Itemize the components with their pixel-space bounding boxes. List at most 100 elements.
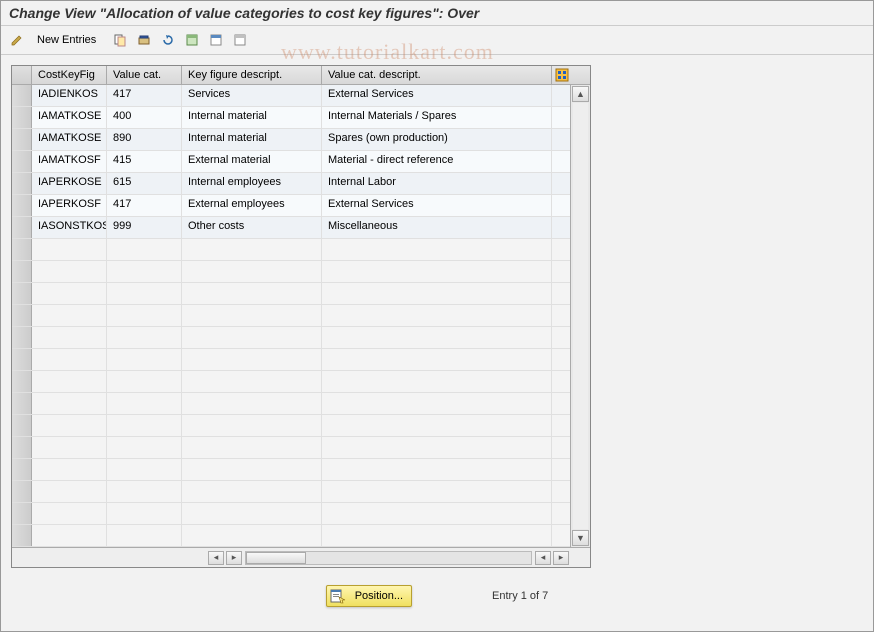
row-handle-header[interactable] — [12, 66, 32, 84]
row-handle[interactable] — [12, 459, 32, 480]
table-row-empty[interactable] — [12, 261, 570, 283]
table-row-empty[interactable] — [12, 459, 570, 481]
cell-empty[interactable] — [107, 525, 182, 546]
row-handle[interactable] — [12, 173, 32, 194]
row-handle[interactable] — [12, 107, 32, 128]
col-header-costkeyfig[interactable]: CostKeyFig — [32, 66, 107, 84]
cell-valuecat[interactable]: 890 — [107, 129, 182, 150]
table-row-empty[interactable] — [12, 239, 570, 261]
horizontal-scrollbar[interactable]: ◂ ▸ ◂ ▸ — [12, 547, 590, 567]
cell-empty[interactable] — [107, 349, 182, 370]
cell-valuecat[interactable]: 400 — [107, 107, 182, 128]
row-handle[interactable] — [12, 503, 32, 524]
table-row-empty[interactable] — [12, 415, 570, 437]
table-settings-icon[interactable] — [552, 66, 572, 84]
cell-empty[interactable] — [32, 239, 107, 260]
table-row[interactable]: IADIENKOS417ServicesExternal Services — [12, 85, 570, 107]
cell-valuecat[interactable]: 999 — [107, 217, 182, 238]
table-row-empty[interactable] — [12, 393, 570, 415]
toggle-edit-icon[interactable] — [7, 30, 27, 50]
row-handle[interactable] — [12, 415, 32, 436]
cell-costkeyfig[interactable]: IASONSTKOS — [32, 217, 107, 238]
copy-as-icon[interactable] — [110, 30, 130, 50]
table-row-empty[interactable] — [12, 437, 570, 459]
col-header-keyfigdesc[interactable]: Key figure descript. — [182, 66, 322, 84]
hscroll-left-icon[interactable]: ▸ — [226, 551, 242, 565]
cell-empty[interactable] — [107, 283, 182, 304]
table-row-empty[interactable] — [12, 503, 570, 525]
row-handle[interactable] — [12, 217, 32, 238]
cell-empty[interactable] — [107, 239, 182, 260]
row-handle[interactable] — [12, 327, 32, 348]
cell-empty[interactable] — [107, 305, 182, 326]
cell-empty[interactable] — [32, 261, 107, 282]
cell-empty[interactable] — [107, 393, 182, 414]
col-header-valuecat[interactable]: Value cat. — [107, 66, 182, 84]
position-button[interactable]: Position... — [326, 585, 412, 607]
new-entries-button[interactable]: New Entries — [31, 34, 102, 46]
row-handle[interactable] — [12, 437, 32, 458]
cell-empty[interactable] — [32, 349, 107, 370]
cell-valuecat[interactable]: 615 — [107, 173, 182, 194]
cell-costkeyfig[interactable]: IAMATKOSE — [32, 129, 107, 150]
cell-empty[interactable] — [107, 415, 182, 436]
cell-costkeyfig[interactable]: IAMATKOSF — [32, 151, 107, 172]
select-all-icon[interactable] — [182, 30, 202, 50]
cell-empty[interactable] — [32, 459, 107, 480]
table-row-empty[interactable] — [12, 525, 570, 547]
cell-valuecat[interactable]: 417 — [107, 85, 182, 106]
row-handle[interactable] — [12, 525, 32, 546]
cell-valuecat[interactable]: 417 — [107, 195, 182, 216]
table-row-empty[interactable] — [12, 349, 570, 371]
table-row[interactable]: IAMATKOSF415External materialMaterial - … — [12, 151, 570, 173]
table-row-empty[interactable] — [12, 305, 570, 327]
cell-empty[interactable] — [32, 393, 107, 414]
cell-costkeyfig[interactable]: IAPERKOSE — [32, 173, 107, 194]
cell-empty[interactable] — [107, 437, 182, 458]
col-header-valuecatdesc[interactable]: Value cat. descript. — [322, 66, 552, 84]
row-handle[interactable] — [12, 85, 32, 106]
cell-empty[interactable] — [107, 503, 182, 524]
cell-empty[interactable] — [32, 305, 107, 326]
row-handle[interactable] — [12, 349, 32, 370]
cell-empty[interactable] — [107, 327, 182, 348]
undo-icon[interactable] — [158, 30, 178, 50]
table-row[interactable]: IAMATKOSE400Internal materialInternal Ma… — [12, 107, 570, 129]
scroll-up-icon[interactable]: ▲ — [572, 86, 589, 102]
cell-empty[interactable] — [107, 481, 182, 502]
row-handle[interactable] — [12, 393, 32, 414]
table-row[interactable]: IAPERKOSF417External employeesExternal S… — [12, 195, 570, 217]
table-row[interactable]: IAPERKOSE615Internal employeesInternal L… — [12, 173, 570, 195]
cell-empty[interactable] — [107, 261, 182, 282]
table-row-empty[interactable] — [12, 327, 570, 349]
cell-empty[interactable] — [32, 415, 107, 436]
vertical-scrollbar[interactable]: ▲ ▼ — [570, 85, 590, 547]
hscroll-first-icon[interactable]: ◂ — [208, 551, 224, 565]
hscroll-right-icon[interactable]: ◂ — [535, 551, 551, 565]
table-row-empty[interactable] — [12, 481, 570, 503]
row-handle[interactable] — [12, 261, 32, 282]
row-handle[interactable] — [12, 481, 32, 502]
row-handle[interactable] — [12, 151, 32, 172]
row-handle[interactable] — [12, 129, 32, 150]
scroll-down-icon[interactable]: ▼ — [572, 530, 589, 546]
cell-empty[interactable] — [107, 371, 182, 392]
cell-empty[interactable] — [107, 459, 182, 480]
cell-valuecat[interactable]: 415 — [107, 151, 182, 172]
delete-icon[interactable] — [134, 30, 154, 50]
row-handle[interactable] — [12, 283, 32, 304]
select-block-icon[interactable] — [206, 30, 226, 50]
row-handle[interactable] — [12, 305, 32, 326]
cell-empty[interactable] — [32, 525, 107, 546]
cell-empty[interactable] — [32, 437, 107, 458]
hscroll-thumb[interactable] — [246, 552, 306, 564]
cell-empty[interactable] — [32, 371, 107, 392]
row-handle[interactable] — [12, 239, 32, 260]
row-handle[interactable] — [12, 195, 32, 216]
cell-costkeyfig[interactable]: IADIENKOS — [32, 85, 107, 106]
deselect-all-icon[interactable] — [230, 30, 250, 50]
table-row[interactable]: IAMATKOSE890Internal materialSpares (own… — [12, 129, 570, 151]
table-row-empty[interactable] — [12, 371, 570, 393]
cell-costkeyfig[interactable]: IAPERKOSF — [32, 195, 107, 216]
table-row-empty[interactable] — [12, 283, 570, 305]
